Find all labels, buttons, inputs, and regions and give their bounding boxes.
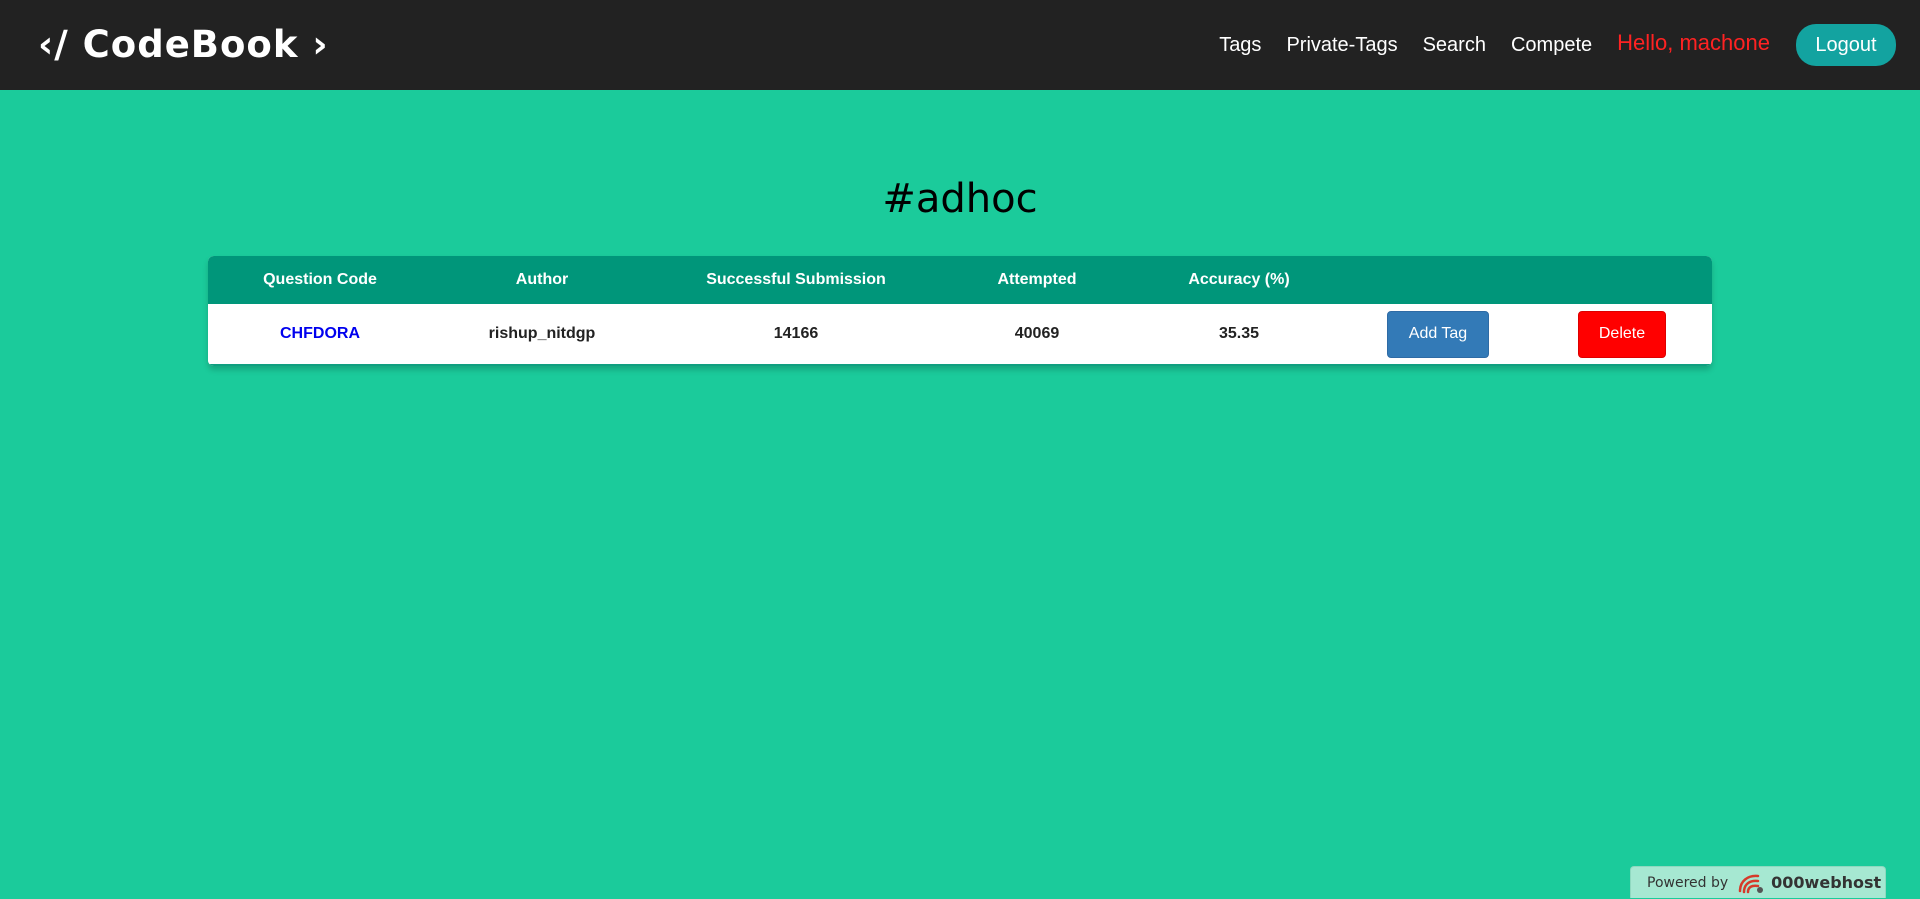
cell-delete: Delete [1532, 304, 1712, 366]
table-header-row: Question Code Author Successful Submissi… [208, 256, 1712, 304]
column-header-attempted: Attempted [997, 271, 1077, 288]
cell-accuracy: 35.35 [1134, 304, 1344, 366]
questions-table-container: Question Code Author Successful Submissi… [208, 256, 1712, 366]
nav-link-compete[interactable]: Compete [1511, 34, 1592, 57]
question-code-link[interactable]: CHFDORA [280, 325, 360, 342]
column-header-delete [1532, 256, 1712, 304]
logout-button[interactable]: Logout [1796, 24, 1896, 66]
column-header-author: Author [515, 271, 569, 288]
add-tag-button[interactable]: Add Tag [1387, 310, 1489, 358]
nav-link-search[interactable]: Search [1423, 34, 1486, 57]
powered-by-label: Powered by [1647, 874, 1729, 891]
questions-table: Question Code Author Successful Submissi… [208, 256, 1712, 366]
delete-button[interactable]: Delete [1578, 310, 1666, 358]
user-greeting: Hello, machone [1617, 30, 1770, 55]
brand-logo[interactable]: ‹/ CodeBook › [38, 20, 329, 70]
column-header-add-tag [1344, 256, 1532, 304]
powered-by-badge[interactable]: Powered by 000webhost [1630, 866, 1886, 898]
column-header-question-code: Question Code [263, 271, 377, 288]
page-title: #adhoc [882, 176, 1038, 222]
cell-successful-submission: 14166 [652, 304, 940, 366]
webhost-logo-icon [1736, 871, 1766, 895]
navbar: ‹/ CodeBook › Tags Private-Tags Search C… [0, 0, 1920, 90]
nav-link-tags[interactable]: Tags [1219, 34, 1261, 57]
column-header-successful-submission: Successful Submission [706, 271, 886, 288]
webhost-name: 000webhost [1771, 873, 1882, 892]
nav-link-private-tags[interactable]: Private-Tags [1286, 34, 1397, 57]
nav-links: Tags Private-Tags Search Compete Hello, … [1219, 24, 1896, 66]
cell-attempted: 40069 [940, 304, 1134, 366]
cell-author: rishup_nitdgp [432, 304, 652, 366]
cell-add-tag: Add Tag [1344, 304, 1532, 366]
cell-question-code: CHFDORA [208, 304, 432, 366]
column-header-accuracy: Accuracy (%) [1188, 271, 1290, 288]
table-row: CHFDORA rishup_nitdgp 14166 40069 35.35 … [208, 304, 1712, 366]
